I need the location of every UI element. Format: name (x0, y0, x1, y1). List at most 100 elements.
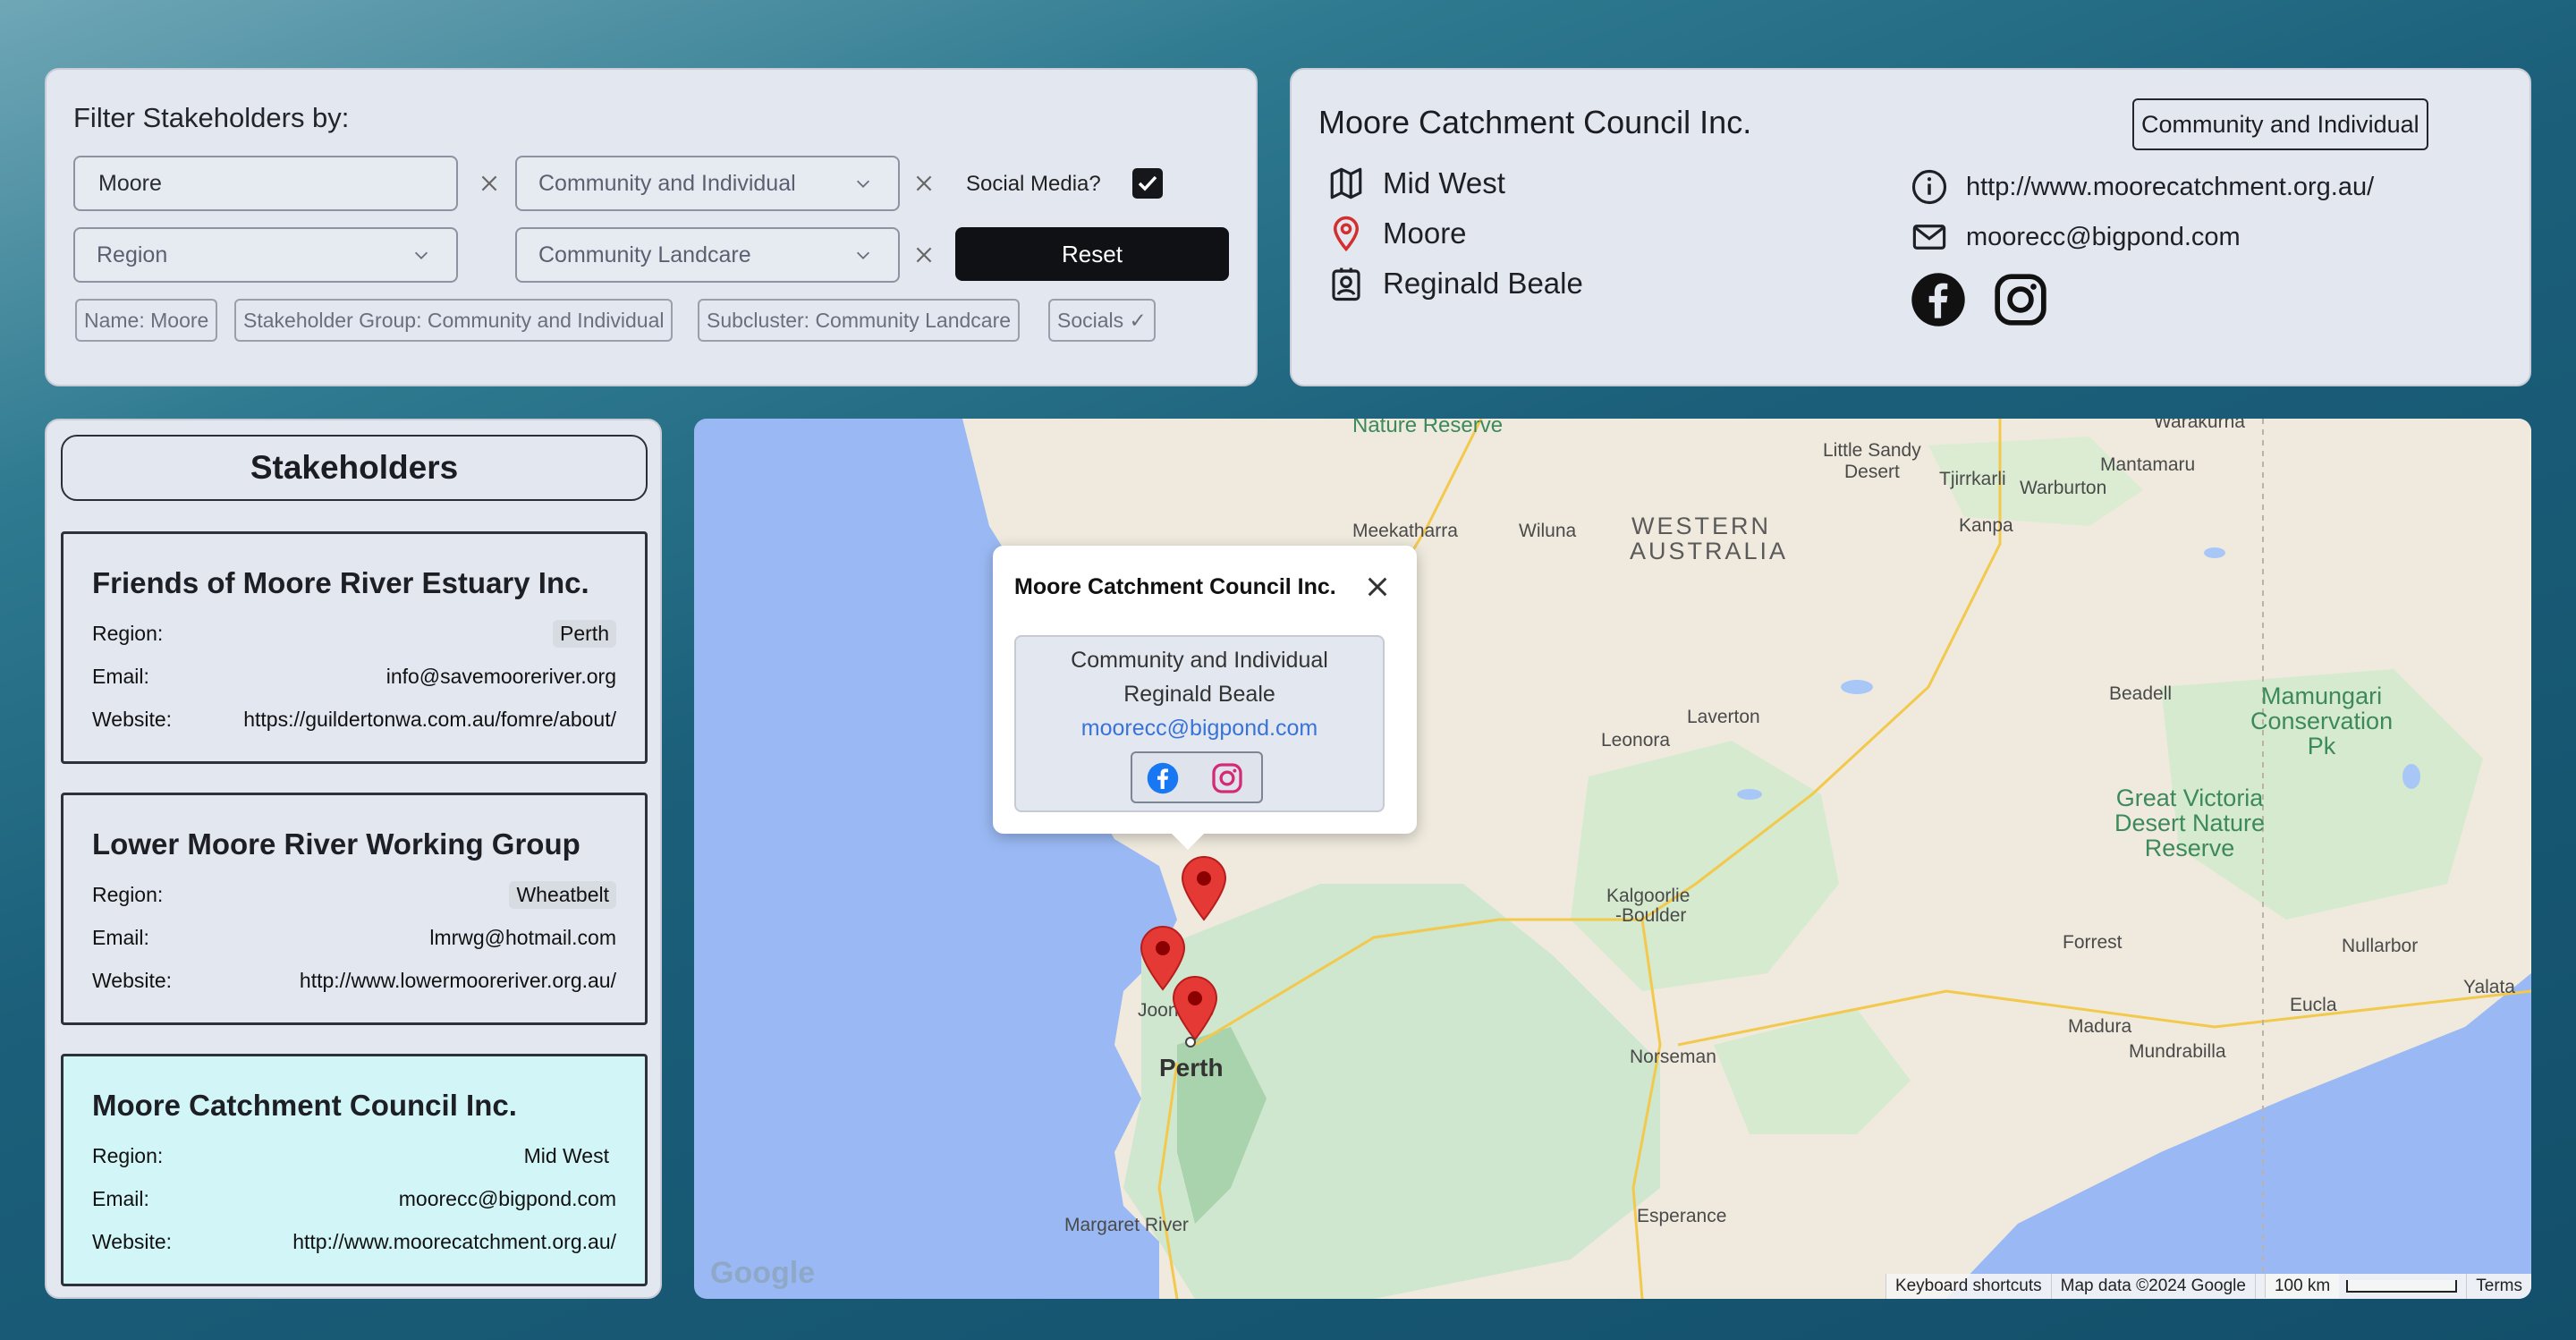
website-label: Website: (92, 1230, 173, 1253)
map-label-mundrabilla: Mundrabilla (2129, 1041, 2226, 1062)
detail-website-link[interactable]: http://www.moorecatchment.org.au/ (1966, 173, 2374, 202)
map-label-madura: Madura (2068, 1016, 2132, 1037)
scale-bar (2346, 1279, 2458, 1293)
map-marker[interactable] (1181, 855, 1227, 921)
stakeholder-website-row: Website: http://www.moorecatchment.org.au… (92, 1230, 616, 1254)
checkmark-icon (1138, 175, 1157, 191)
region-select[interactable]: Region (73, 227, 458, 283)
region-label: Region: (92, 883, 164, 906)
region-label: Region: (92, 622, 164, 645)
detail-contact: Reginald Beale (1383, 267, 1583, 300)
instagram-icon[interactable] (1993, 272, 2048, 327)
detail-email-row[interactable]: moorecc@bigpond.com (1911, 218, 2241, 256)
chevron-down-icon (414, 251, 428, 259)
map-marker[interactable] (1172, 975, 1218, 1041)
stakeholders-panel: Stakeholders Friends of Moore River Estu… (45, 419, 662, 1299)
stakeholders-header: Stakeholders (61, 435, 648, 501)
stakeholder-name: Friends of Moore River Estuary Inc. (92, 566, 589, 599)
detail-group-badge: Community and Individual (2132, 98, 2428, 150)
mamungari-line1: Mamungari (2261, 683, 2383, 709)
google-logo: Google (710, 1256, 816, 1290)
name-input-text[interactable] (97, 169, 456, 198)
map-label-boulder: -Boulder (1615, 905, 1687, 926)
map-label-eucla: Eucla (2290, 995, 2337, 1015)
map-info-popup: Moore Catchment Council Inc. Community a… (993, 546, 1417, 850)
website-value[interactable]: http://www.lowermooreriver.org.au/ (300, 969, 616, 993)
region-label: Region: (92, 1144, 164, 1167)
region-value: Perth (553, 620, 616, 648)
filter-panel: Filter Stakeholders by: Community and In… (45, 68, 1258, 386)
map-label-kanpa: Kanpa (1959, 515, 2013, 536)
keyboard-shortcuts-link[interactable]: Keyboard shortcuts (1885, 1274, 2051, 1299)
map-label-leonora: Leonora (1601, 730, 1671, 751)
map-label-little-sandy-desert: Little Sandy (1823, 440, 1921, 462)
detail-name: Moore Catchment Council Inc. (1318, 104, 1752, 140)
email-value[interactable]: info@savemooreriver.org (386, 665, 616, 689)
map-label-esperance: Esperance (1637, 1206, 1727, 1226)
email-value[interactable]: moorecc@bigpond.com (399, 1187, 616, 1211)
popup-email-link[interactable]: moorecc@bigpond.com (1016, 716, 1383, 742)
stakeholder-email-row: Email: info@savemooreriver.org (92, 665, 616, 689)
stakeholder-card[interactable]: Friends of Moore River Estuary Inc. Regi… (61, 531, 648, 764)
stakeholder-email-row: Email: moorecc@bigpond.com (92, 1187, 616, 1211)
map-label-warburton: Warburton (2020, 478, 2107, 498)
stakeholder-name: Moore Catchment Council Inc. (92, 1089, 517, 1122)
little-sandy-line2: Desert (1844, 462, 1900, 482)
map-view[interactable]: Nature Reserve Warakurna Little Sandy De… (694, 419, 2531, 1299)
stakeholder-website-row: Website: https://guildertonwa.com.au/fomr… (92, 708, 616, 732)
website-value[interactable]: http://www.moorecatchment.org.au/ (292, 1230, 616, 1254)
clear-subcluster-icon[interactable] (912, 243, 936, 267)
stakeholder-email-row: Email: lmrwg@hotmail.com (92, 926, 616, 950)
stakeholder-detail-panel: Moore Catchment Council Inc. Community a… (1290, 68, 2531, 386)
stakeholder-name: Lower Moore River Working Group (92, 827, 580, 861)
stakeholder-card-selected[interactable]: Moore Catchment Council Inc. Region: Mid … (61, 1054, 648, 1286)
chevron-down-icon (856, 180, 870, 188)
social-media-checkbox[interactable] (1132, 168, 1163, 199)
instagram-icon[interactable] (1211, 762, 1243, 794)
map-label-margaret-river: Margaret River (1064, 1215, 1189, 1235)
detail-location-row: Moore (1327, 215, 1467, 252)
map-icon (1330, 167, 1362, 199)
map-label-kalgoorlie: Kalgoorlie (1606, 886, 1690, 906)
subcluster-select-value: Community Landcare (538, 242, 751, 267)
gvd-line1: Great Victoria (2115, 784, 2264, 811)
facebook-icon[interactable] (1911, 272, 1966, 327)
gvd-line3: Reserve (2144, 835, 2235, 861)
popup-title: Moore Catchment Council Inc. (1014, 574, 1336, 599)
clear-group-icon[interactable] (912, 172, 936, 195)
website-value[interactable]: https://guildertonwa.com.au/fomre/about/ (243, 708, 616, 732)
detail-contact-row: Reginald Beale (1327, 265, 1583, 302)
detail-region: Mid West (1383, 166, 1505, 199)
popup-contact: Reginald Beale (1123, 682, 1275, 707)
subcluster-select[interactable]: Community Landcare (515, 227, 900, 283)
name-input[interactable] (73, 156, 458, 211)
stakeholder-website-row: Website: http://www.lowermooreriver.org.a… (92, 969, 616, 993)
map-label-tjirrkarli: Tjirrkarli (1939, 469, 2006, 489)
popup-social-links (1131, 751, 1263, 803)
map-label-beadell: Beadell (2109, 683, 2173, 704)
detail-email-link[interactable]: moorecc@bigpond.com (1966, 223, 2241, 252)
map-label-mamungari: Mamungari Conservation Pk (2250, 683, 2393, 759)
mamungari-line2: Conservation (2250, 708, 2394, 734)
stakeholder-card[interactable]: Lower Moore River Working Group Region: W… (61, 793, 648, 1025)
group-select-value: Community and Individual (538, 170, 796, 196)
little-sandy-line1: Little Sandy (1823, 440, 1921, 461)
terms-link[interactable]: Terms (2466, 1274, 2531, 1299)
filter-chip-subcluster[interactable]: Subcluster: Community Landcare (698, 299, 1021, 342)
filter-chip-name[interactable]: Name: Moore (75, 299, 218, 342)
filter-chip-group[interactable]: Stakeholder Group: Community and Individ… (234, 299, 674, 342)
detail-website-row[interactable]: http://www.moorecatchment.org.au/ (1911, 168, 2374, 206)
map-label-yalata: Yalata (2463, 977, 2515, 997)
clear-name-icon[interactable] (478, 172, 501, 195)
map-label-great-victoria-desert: Great Victoria Desert Nature Reserve (2114, 785, 2265, 861)
map-label-wiluna: Wiluna (1519, 521, 1577, 541)
group-select[interactable]: Community and Individual (515, 156, 900, 211)
map-label-nature-reserve: Nature Reserve (1352, 419, 1504, 437)
filter-title: Filter Stakeholders by: (73, 102, 350, 133)
website-label: Website: (92, 969, 173, 992)
reset-button[interactable]: Reset (955, 227, 1229, 281)
filter-chip-socials[interactable]: Socials ✓ (1048, 299, 1156, 342)
email-value[interactable]: lmrwg@hotmail.com (429, 926, 616, 950)
close-icon[interactable] (1363, 572, 1392, 601)
facebook-icon[interactable] (1147, 762, 1179, 794)
